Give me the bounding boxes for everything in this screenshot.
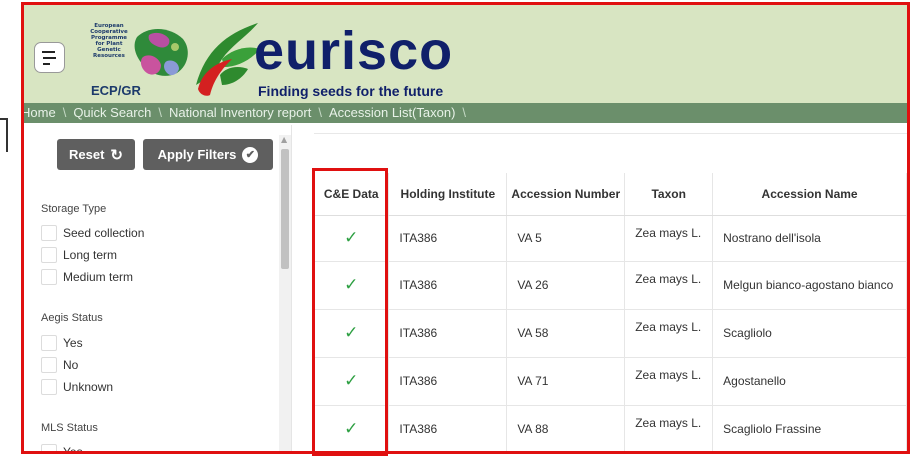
hamburger-line bbox=[43, 62, 50, 65]
column-header-holding-institute[interactable]: Holding Institute bbox=[388, 173, 508, 216]
breadcrumb-separator: \ bbox=[462, 105, 467, 120]
holding-institute-cell: ITA386 bbox=[388, 309, 508, 358]
check-circle-icon: ✔ bbox=[242, 146, 259, 163]
filter-option-aegis-unknown[interactable]: Unknown bbox=[41, 378, 113, 395]
taxon-cell: Zea mays L. bbox=[624, 215, 714, 262]
taxon-cell: Zea mays L. bbox=[624, 405, 714, 451]
filter-option-seed-collection[interactable]: Seed collection bbox=[41, 224, 144, 241]
checkbox[interactable] bbox=[41, 356, 57, 373]
menu-toggle-button[interactable] bbox=[34, 42, 65, 73]
org-name-text: European Cooperative Programme for Plant… bbox=[79, 23, 139, 59]
accession-number-cell[interactable]: VA 5 bbox=[506, 215, 626, 262]
option-label: Medium term bbox=[63, 269, 134, 284]
filter-group-title-aegis: Aegis Status bbox=[41, 312, 103, 324]
ce-data-check-icon: ✓ bbox=[314, 357, 390, 406]
breadcrumb-item-national-inventory[interactable]: National Inventory report bbox=[169, 103, 311, 123]
column-header-taxon[interactable]: Taxon bbox=[624, 173, 714, 216]
brand-tagline: Finding seeds for the future bbox=[258, 83, 444, 99]
apply-filters-button[interactable]: Apply Filters ✔ bbox=[143, 139, 273, 170]
ce-data-check-icon: ✓ bbox=[314, 309, 390, 358]
taxon-cell: Zea mays L. bbox=[624, 309, 714, 358]
ce-data-check-icon: ✓ bbox=[314, 261, 390, 310]
table-row[interactable]: ✓ ITA386 VA 88 Zea mays L. Scagliolo Fra… bbox=[314, 405, 907, 451]
apply-filters-label: Apply Filters bbox=[157, 147, 237, 162]
sidebar-scrollbar[interactable]: ▲ bbox=[279, 135, 291, 451]
ecpgr-logo[interactable]: European Cooperative Programme for Plant… bbox=[79, 17, 197, 99]
holding-institute-cell: ITA386 bbox=[388, 261, 508, 310]
eurisco-brand-title[interactable]: eurisco bbox=[254, 23, 453, 79]
accession-number-cell[interactable]: VA 88 bbox=[506, 405, 626, 451]
taxon-cell: Zea mays L. bbox=[624, 261, 714, 310]
reset-button[interactable]: Reset ↻ bbox=[57, 139, 135, 170]
holding-institute-cell: ITA386 bbox=[388, 215, 508, 262]
holding-institute-cell: ITA386 bbox=[388, 357, 508, 406]
column-header-accession-name[interactable]: Accession Name bbox=[712, 173, 907, 216]
checkbox[interactable] bbox=[41, 268, 57, 285]
filter-option-aegis-yes[interactable]: Yes bbox=[41, 334, 83, 351]
column-header-ce-data[interactable]: C&E Data bbox=[314, 173, 390, 216]
scroll-up-arrow-icon[interactable]: ▲ bbox=[281, 135, 287, 144]
accession-name-cell: Scagliolo bbox=[712, 309, 907, 358]
option-label: No bbox=[63, 357, 79, 372]
option-label: Long term bbox=[63, 247, 118, 262]
filter-option-long-term[interactable]: Long term bbox=[41, 246, 117, 263]
breadcrumb-item-accession-list[interactable]: Accession List(Taxon) bbox=[329, 103, 455, 123]
hamburger-line bbox=[43, 56, 56, 59]
site-header: European Cooperative Programme for Plant… bbox=[24, 5, 907, 103]
reset-icon: ↻ bbox=[110, 146, 123, 164]
checkbox[interactable] bbox=[41, 378, 57, 395]
org-short-label: ECP/GR bbox=[91, 83, 141, 98]
breadcrumb-separator: \ bbox=[318, 105, 322, 120]
divider bbox=[314, 133, 907, 134]
accession-table-area: C&E Data Holding Institute Accession Num… bbox=[296, 125, 907, 451]
option-label: Seed collection bbox=[63, 225, 145, 240]
accession-name-cell: Nostrano dell'isola bbox=[712, 215, 907, 262]
breadcrumb-separator: \ bbox=[158, 105, 162, 120]
table-row[interactable]: ✓ ITA386 VA 58 Zea mays L. Scagliolo bbox=[314, 309, 907, 358]
breadcrumb-separator: \ bbox=[62, 105, 67, 120]
accession-name-cell: Melgun bianco-agostano bianco bbox=[712, 261, 907, 310]
breadcrumb: Home \ Quick Search \ National Inventory rep… bbox=[24, 103, 907, 123]
scrollbar-thumb[interactable] bbox=[281, 149, 289, 269]
app-frame: European Cooperative Programme for Plant… bbox=[21, 2, 910, 454]
accession-number-cell[interactable]: VA 71 bbox=[506, 357, 626, 406]
ce-data-check-icon: ✓ bbox=[314, 215, 390, 262]
org-line: Resources bbox=[93, 53, 125, 59]
filter-group-title-storage: Storage Type bbox=[41, 203, 107, 215]
holding-institute-cell: ITA386 bbox=[388, 405, 508, 451]
filter-option-mls-yes[interactable]: Yes bbox=[41, 443, 83, 454]
checkbox[interactable] bbox=[41, 443, 57, 451]
filter-group-title-mls: MLS Status bbox=[41, 422, 98, 434]
breadcrumb-item-quick-search[interactable]: Quick Search bbox=[73, 103, 151, 123]
checkbox[interactable] bbox=[41, 334, 57, 351]
column-header-accession-number[interactable]: Accession Number bbox=[506, 173, 626, 216]
taxon-cell: Zea mays L. bbox=[624, 357, 714, 406]
table-row[interactable]: ✓ ITA386 VA 71 Zea mays L. Agostanello bbox=[314, 357, 907, 406]
accession-number-cell[interactable]: VA 26 bbox=[506, 261, 626, 310]
breadcrumb-item-home[interactable]: Home bbox=[24, 103, 56, 123]
accession-name-cell: Agostanello bbox=[712, 357, 907, 406]
accession-name-cell: Scagliolo Frassine bbox=[712, 405, 907, 451]
eurisco-leaf-icon bbox=[196, 23, 260, 96]
option-label: Unknown bbox=[63, 379, 114, 394]
checkbox[interactable] bbox=[41, 246, 57, 263]
filter-option-medium-term[interactable]: Medium term bbox=[41, 268, 133, 285]
option-label: Yes bbox=[63, 335, 83, 350]
accession-number-cell[interactable]: VA 58 bbox=[506, 309, 626, 358]
hamburger-line bbox=[41, 50, 55, 53]
filter-sidebar: Reset ↻ Apply Filters ✔ ▲ Storage Type S… bbox=[24, 125, 292, 454]
option-label: Yes bbox=[63, 444, 83, 454]
annotation-bracket bbox=[0, 118, 8, 152]
table-row[interactable]: ✓ ITA386 VA 26 Zea mays L. Melgun bianco… bbox=[314, 261, 907, 310]
filter-option-aegis-no[interactable]: No bbox=[41, 356, 78, 373]
accession-table: C&E Data Holding Institute Accession Num… bbox=[314, 173, 907, 451]
checkbox[interactable] bbox=[41, 224, 57, 241]
table-row[interactable]: ✓ ITA386 VA 5 Zea mays L. Nostrano dell'… bbox=[314, 215, 907, 262]
ce-data-check-icon: ✓ bbox=[314, 405, 390, 451]
reset-button-label: Reset bbox=[69, 147, 105, 162]
